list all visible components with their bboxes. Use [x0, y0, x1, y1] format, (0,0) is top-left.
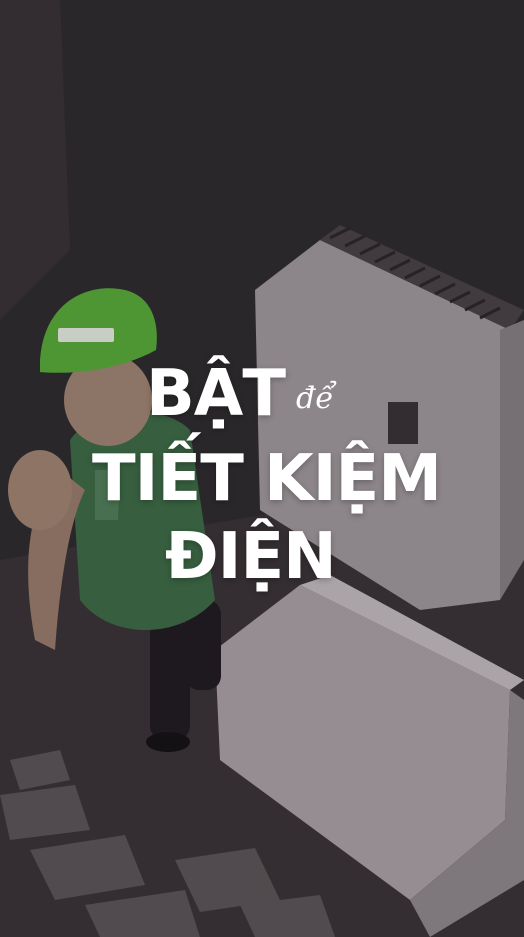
background-photo [0, 0, 524, 937]
ad-frame: BẬT để TIẾT KIỆM ĐIỆN [0, 0, 524, 937]
dark-overlay [0, 0, 524, 937]
